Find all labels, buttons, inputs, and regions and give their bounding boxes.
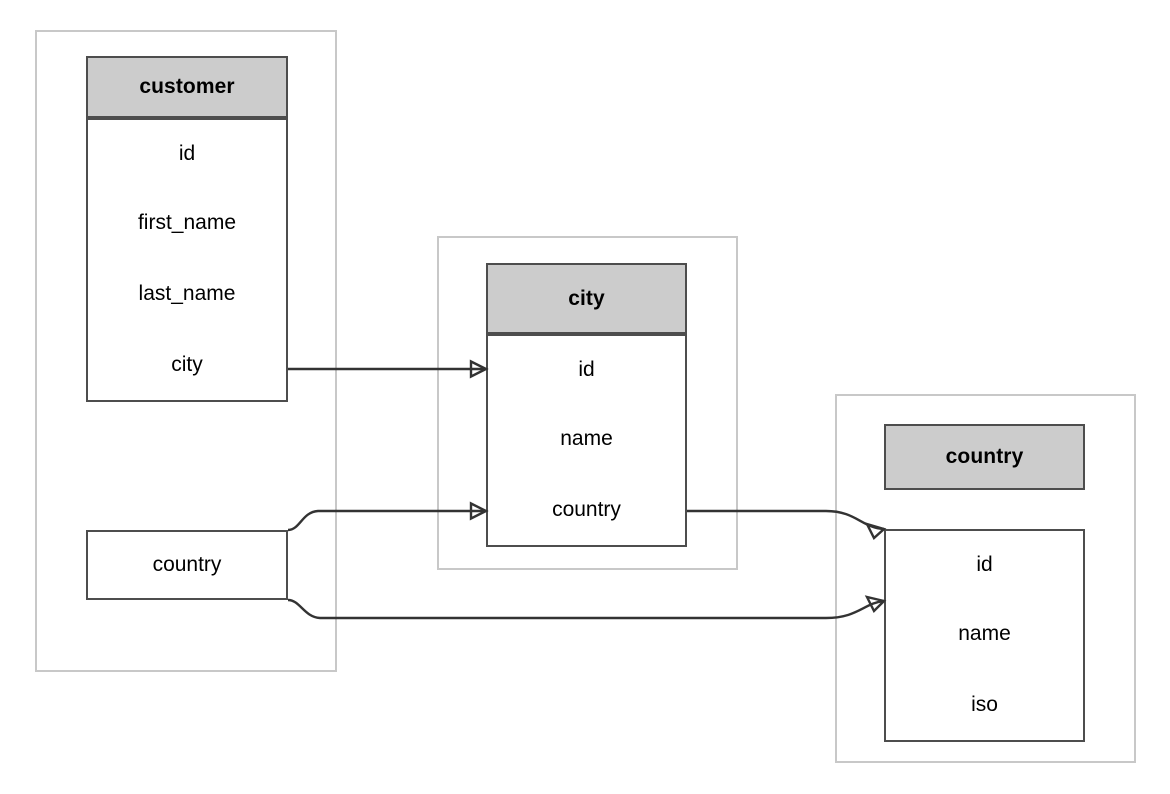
entity-city-row-id[interactable]: id [486, 334, 687, 405]
entity-country-header[interactable]: country [884, 424, 1085, 490]
customer-country-to-country-name [287, 598, 885, 620]
entity-country-row-name[interactable]: name [884, 598, 1085, 671]
entity-country-row-id[interactable]: id [884, 529, 1085, 600]
entity-customer-row-country[interactable]: country [86, 530, 288, 600]
entity-city-row-name[interactable]: name [486, 403, 687, 476]
entity-customer-row-first-name[interactable]: first_name [86, 187, 288, 260]
entity-city-header[interactable]: city [486, 263, 687, 334]
entity-city-row-country[interactable]: country [486, 474, 687, 547]
entity-country-row-iso[interactable]: iso [884, 669, 1085, 742]
entity-customer-header[interactable]: customer [86, 56, 288, 118]
entity-customer-row-last-name[interactable]: last_name [86, 258, 288, 331]
entity-customer-row-id[interactable]: id [86, 118, 288, 189]
er-diagram-canvas: customer id first_name last_name city co… [0, 0, 1170, 794]
entity-customer-row-city[interactable]: city [86, 329, 288, 402]
